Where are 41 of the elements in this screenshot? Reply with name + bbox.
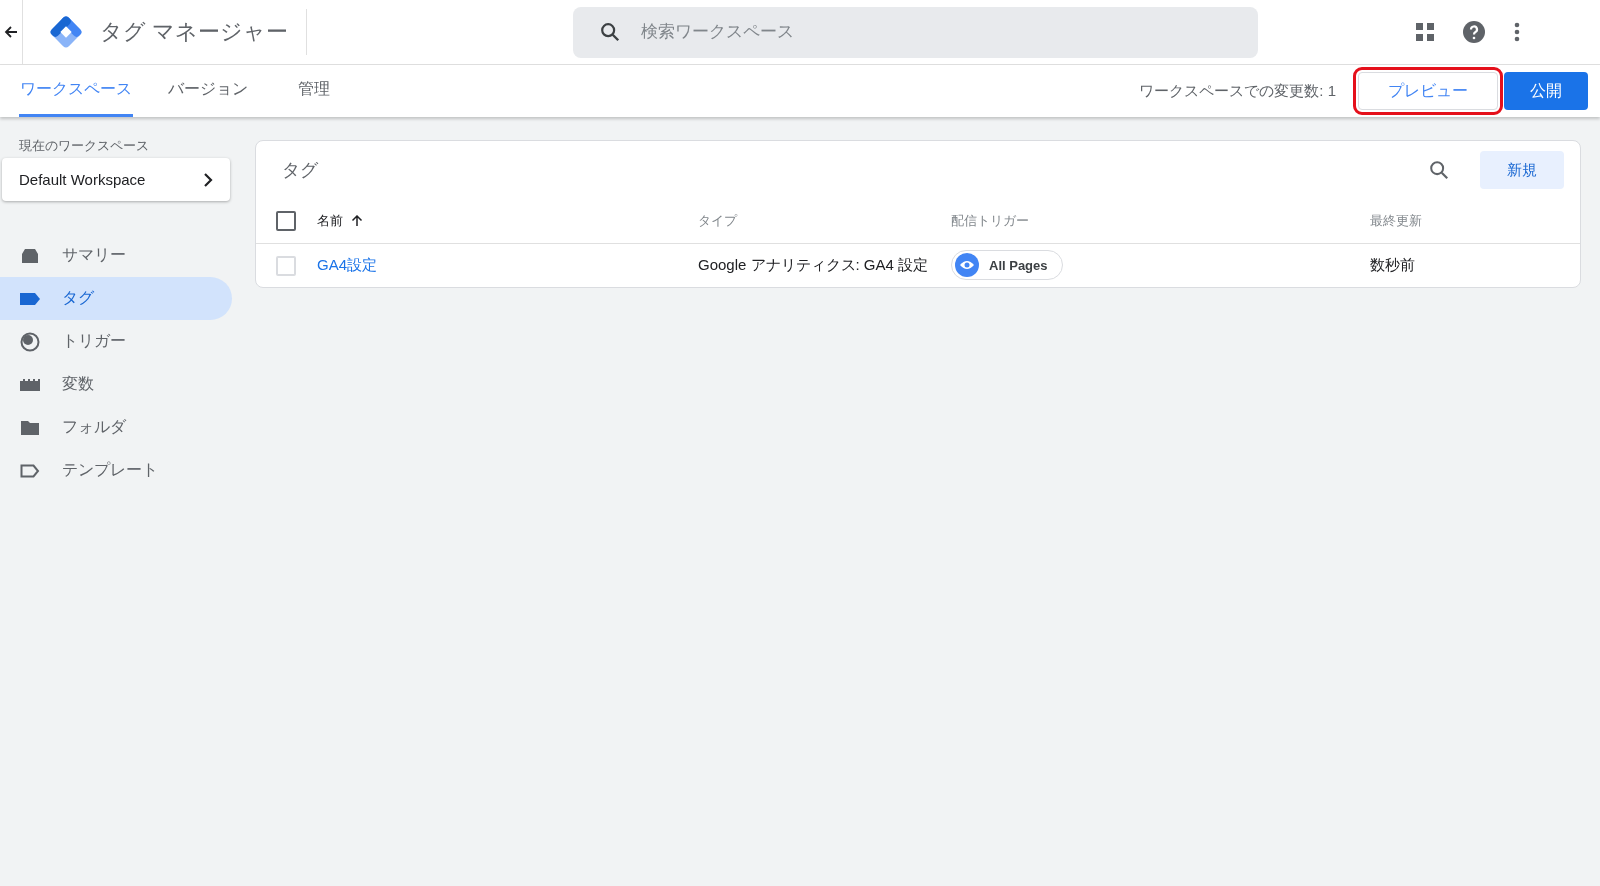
folder-icon [20, 419, 40, 436]
tag-icon [20, 292, 40, 305]
search-icon [599, 20, 622, 43]
workspace-selector[interactable]: Default Workspace [2, 158, 230, 201]
sidebar-item[interactable]: トリガー [0, 320, 232, 363]
workspace-label: 現在のワークスペース [18, 137, 150, 155]
tray-icon [20, 247, 40, 264]
tag-outline-icon [20, 463, 40, 478]
sidebar-item[interactable]: サマリー [0, 234, 232, 277]
search-icon[interactable] [1428, 159, 1450, 181]
table-cell-text: 数秒前 [1370, 256, 1416, 275]
change-count: ワークスペースでの変更数: 1 [1139, 81, 1336, 101]
publish-button[interactable]: 公開 [1504, 72, 1588, 110]
sidebar-item[interactable]: フォルダ [0, 406, 232, 449]
sidebar-item[interactable]: タグ [0, 277, 232, 320]
column-header: 最終更新 [1370, 212, 1423, 230]
nav-tab[interactable]: 管理 [297, 65, 331, 117]
select-all-checkbox[interactable] [276, 211, 296, 231]
sort-up-arrow-icon [351, 215, 363, 227]
apps-grid-icon[interactable] [1416, 23, 1434, 41]
circles-icon [20, 331, 40, 352]
back-arrow-icon[interactable] [3, 24, 19, 40]
column-header: 配信トリガー [951, 212, 1030, 230]
nav-tab[interactable]: ワークスペース [19, 65, 133, 117]
more-vertical-icon[interactable] [1514, 22, 1520, 42]
sidebar-item[interactable]: テンプレート [0, 449, 232, 492]
tag-name-link[interactable]: GA4設定 [317, 256, 698, 275]
sidebar-item[interactable]: 変数 [0, 363, 232, 406]
nav-tab[interactable]: バージョン [167, 65, 249, 117]
table-cell-text: Google アナリティクス: GA4 設定 [698, 256, 930, 275]
column-header[interactable]: 名前 [317, 212, 698, 230]
row-checkbox[interactable] [276, 255, 296, 276]
eye-icon [955, 253, 979, 277]
chevron-right-icon [203, 172, 213, 187]
card-title: タグ [282, 159, 319, 182]
help-icon[interactable] [1462, 20, 1486, 44]
column-header: タイプ [698, 212, 739, 230]
app-title: タグ マネージャー [100, 18, 289, 46]
blocks-icon [20, 378, 40, 391]
new-button[interactable]: 新規 [1480, 151, 1564, 189]
search-field[interactable]: 検索ワークスペース [573, 6, 1259, 58]
